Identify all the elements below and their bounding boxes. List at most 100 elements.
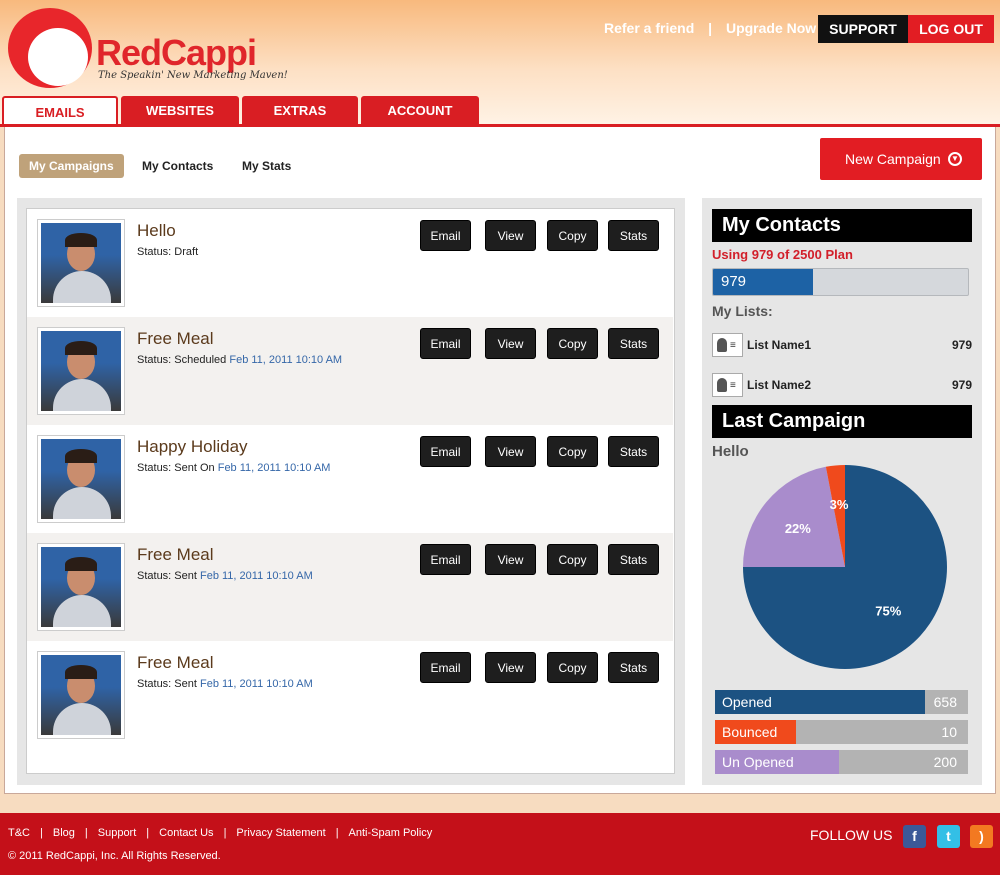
status-text: Status: Scheduled [137,354,227,366]
email-button[interactable]: Email [420,436,471,467]
subtab-my-stats[interactable]: My Stats [232,154,301,178]
status-text: Status: Sent [137,678,197,690]
new-campaign-button[interactable]: New Campaign ▼ [820,138,982,180]
email-button[interactable]: Email [420,220,471,251]
footer-separator: | [335,827,339,839]
twitter-icon[interactable]: t [937,825,960,848]
stat-value: 200 [933,754,957,770]
email-button[interactable]: Email [420,652,471,683]
campaign-status: Status: Sent Feb 11, 2011 10:10 AM [137,570,313,582]
email-button[interactable]: Email [420,328,471,359]
stats-button[interactable]: Stats [608,544,659,575]
status-date: Feb 11, 2011 10:10 AM [229,354,343,366]
logout-button[interactable]: LOG OUT [908,15,994,43]
footer-link[interactable]: Support [98,827,137,839]
contact-list-icon: ≡ [712,333,743,357]
footer: T&C | Blog | Support | Contact Us | Privacy Stat… [0,813,1000,875]
list-name: List Name2 [747,378,812,392]
campaign-status: Status: Sent On Feb 11, 2011 10:10 AM [137,462,330,474]
view-button[interactable]: View [485,436,536,467]
subtab-my-contacts[interactable]: My Contacts [132,154,223,178]
view-button[interactable]: View [485,220,536,251]
campaign-thumbnail [37,327,125,415]
support-button[interactable]: SUPPORT [818,15,908,43]
stat-value: 10 [941,724,957,740]
stats-button[interactable]: Stats [608,328,659,359]
subtab-my-campaigns[interactable]: My Campaigns [19,154,124,178]
footer-separator: | [223,827,227,839]
view-button[interactable]: View [485,652,536,683]
campaign-pie-chart: 75% 22% 3% [743,465,947,669]
last-campaign-heading: Last Campaign [712,405,972,438]
tab-websites[interactable]: WEBSITES [121,96,239,126]
stats-button[interactable]: Stats [608,220,659,251]
status-text: Status: Sent On [137,462,215,474]
tab-account[interactable]: ACCOUNT [361,96,479,126]
stat-label: Un Opened [715,750,839,774]
upgrade-now-link[interactable]: Upgrade Now [726,20,816,36]
logo-face-icon [28,28,88,86]
copy-button[interactable]: Copy [547,544,598,575]
campaign-thumbnail [37,651,125,739]
follow-us-label: FOLLOW US [810,827,893,843]
list-count: 979 [951,378,972,392]
pie-slice-label: 22% [785,521,811,536]
footer-link[interactable]: Contact Us [159,827,213,839]
campaign-title[interactable]: Free Meal [137,329,214,349]
copy-button[interactable]: Copy [547,328,598,359]
campaign-thumbnail [37,219,125,307]
footer-link[interactable]: Blog [53,827,75,839]
copyright: © 2011 RedCappi, Inc. All Rights Reserve… [8,850,221,862]
tab-emails[interactable]: EMAILS [2,96,118,126]
footer-link[interactable]: T&C [8,827,30,839]
stats-button[interactable]: Stats [608,652,659,683]
list-item[interactable]: ≡ List Name2 979 [712,373,972,399]
view-button[interactable]: View [485,544,536,575]
footer-link[interactable]: Privacy Statement [236,827,325,839]
footer-link[interactable]: Anti-Spam Policy [349,827,433,839]
plan-usage: Using 979 of 2500 Plan [712,247,853,262]
campaign-row: Free Meal Status: Sent Feb 11, 2011 10:10… [27,641,673,749]
rss-icon[interactable]: ) [970,825,993,848]
copy-button[interactable]: Copy [547,652,598,683]
status-text: Status: Sent [137,570,197,582]
chevron-down-icon: ▼ [948,152,962,166]
brand-tagline: The Speakin' New Marketing Maven! [98,70,288,81]
stat-bar: Opened 658 [715,690,968,714]
email-button[interactable]: Email [420,544,471,575]
campaign-row: Free Meal Status: Sent Feb 11, 2011 10:10… [27,533,673,641]
campaign-title[interactable]: Free Meal [137,653,214,673]
campaign-status: Status: Scheduled Feb 11, 2011 10:10 AM [137,354,342,366]
stats-button[interactable]: Stats [608,436,659,467]
copy-button[interactable]: Copy [547,436,598,467]
copy-button[interactable]: Copy [547,220,598,251]
contacts-progress-bar: 979 [712,268,969,296]
status-text: Status: Draft [137,246,199,258]
my-contacts-heading: My Contacts [712,209,972,242]
tab-extras[interactable]: EXTRAS [242,96,358,126]
campaign-title[interactable]: Hello [137,221,176,241]
status-date: Feb 11, 2011 10:10 AM [200,678,313,690]
logo[interactable] [8,8,92,88]
footer-links: T&C | Blog | Support | Contact Us | Privacy Stat… [8,827,442,839]
stat-label: Opened [715,690,925,714]
campaign-title[interactable]: Happy Holiday [137,437,248,457]
stat-value: 658 [933,694,957,710]
status-date: Feb 11, 2011 10:10 AM [217,462,331,474]
campaign-row: Hello Status: Draft Email View Copy Stats [27,209,673,317]
campaign-status: Status: Draft [137,246,198,258]
list-count: 979 [951,338,972,352]
campaign-thumbnail [37,435,125,523]
top-link-separator: | [708,20,713,36]
stat-bar: Bounced 10 [715,720,968,744]
top-links: Refer a friend | Upgrade Now [604,20,826,36]
pie-slice-label: 75% [875,603,901,618]
status-date: Feb 11, 2011 10:10 AM [200,570,313,582]
refer-friend-link[interactable]: Refer a friend [604,20,694,36]
list-item[interactable]: ≡ List Name1 979 [712,333,972,359]
campaign-title[interactable]: Free Meal [137,545,214,565]
view-button[interactable]: View [485,328,536,359]
my-lists-label: My Lists: [712,303,773,319]
campaign-thumbnail [37,543,125,631]
facebook-icon[interactable]: f [903,825,926,848]
